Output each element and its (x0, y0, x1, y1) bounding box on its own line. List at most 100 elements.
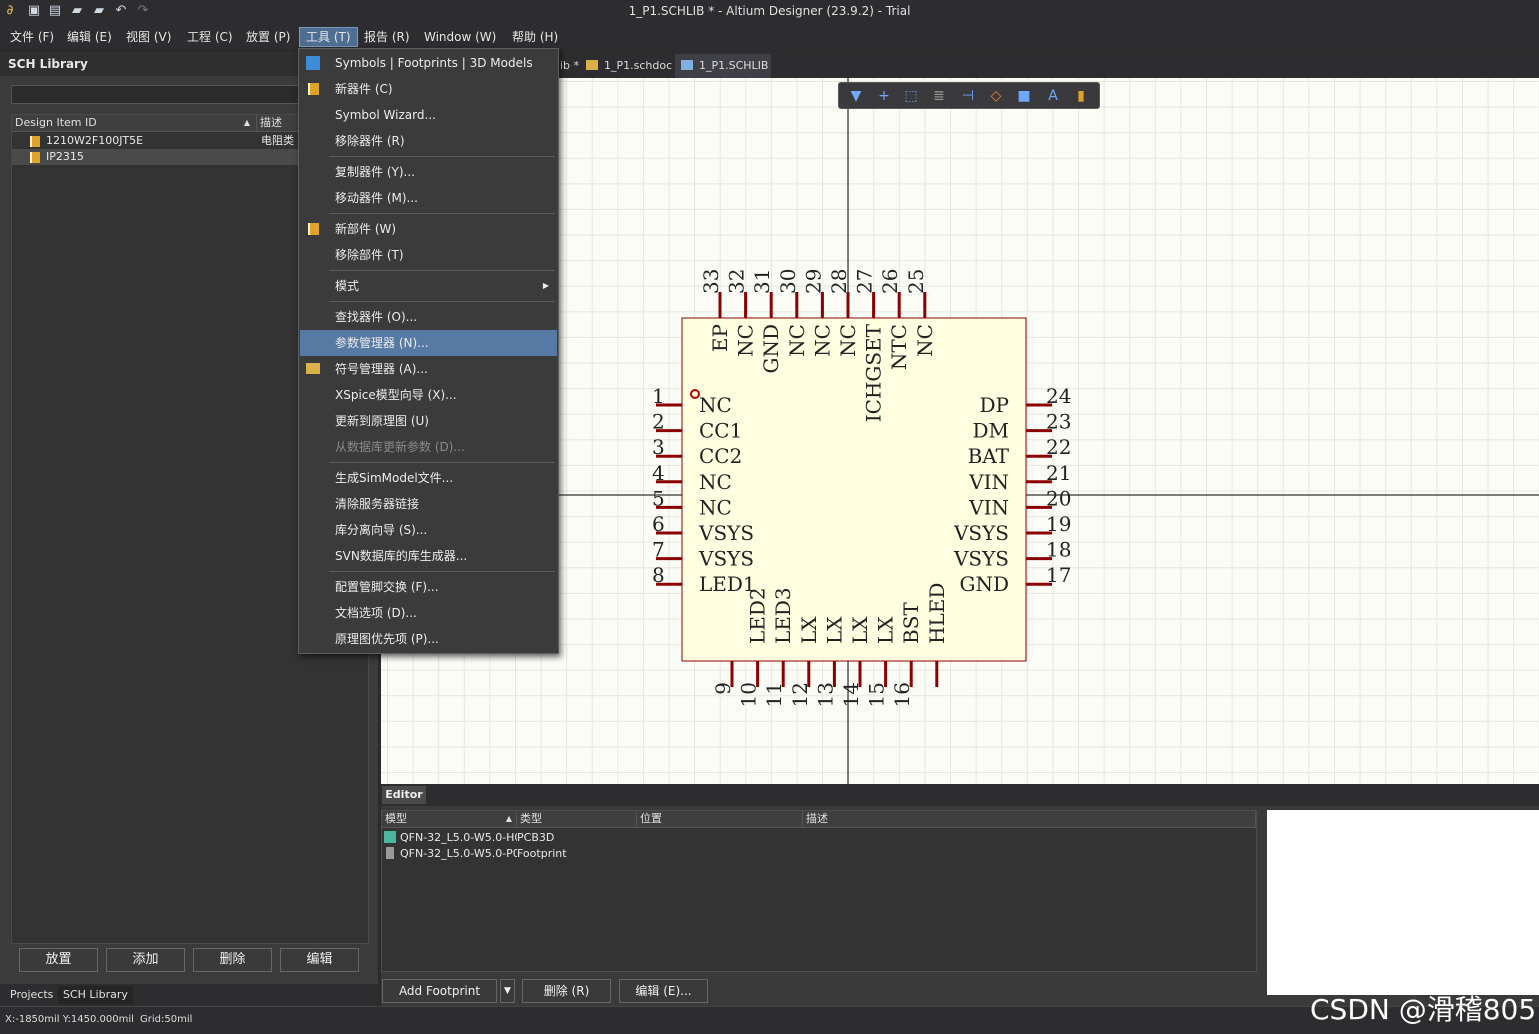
place-drawing-icon[interactable]: ◇ (987, 87, 1005, 105)
title-bar: ∂ ▣ ▤ ▰ ▰ ↶ ↷ 1_P1.SCHLIB * - Altium Des… (0, 0, 1539, 24)
pin-name: DM (972, 419, 1009, 443)
align-icon[interactable]: ≣ (930, 87, 948, 105)
tools-menu-item-9[interactable]: 查找器件 (O)... (300, 304, 557, 330)
column-header-model[interactable]: 模型 ▲ (382, 811, 517, 828)
tools-menu-item-17[interactable]: 库分离向导 (S)... (300, 517, 557, 543)
column-header-location[interactable]: 位置 (637, 811, 803, 828)
pin-name: GND (959, 572, 1009, 596)
tools-menu-item-1[interactable]: 新器件 (C) (300, 76, 557, 102)
tools-menu-item-12[interactable]: XSpice模型向导 (X)... (300, 382, 557, 408)
delete-model-button[interactable]: 删除 (R) (522, 979, 611, 1003)
tools-menu-item-2[interactable]: Symbol Wizard... (300, 102, 557, 128)
add-model-dropdown[interactable]: ▼ (500, 979, 515, 1003)
pin-number: 29 (801, 269, 825, 294)
menu-7[interactable]: Window (W) (418, 27, 502, 47)
place-text-icon[interactable]: A (1044, 87, 1062, 105)
tools-menu-item-4[interactable]: 复制器件 (Y)... (300, 159, 557, 185)
tools-menu-item-5[interactable]: 移动器件 (M)... (300, 185, 557, 211)
tab-doc-partial[interactable]: ib * (558, 54, 580, 78)
pin-number: 26 (878, 269, 902, 294)
select-rect-icon[interactable]: ⬚ (902, 87, 920, 105)
watermark: CSDN @滑稽805 (1310, 993, 1537, 1026)
pin-name: ICHGSET (862, 323, 886, 422)
pin-number: 12 (788, 682, 812, 707)
menu-2[interactable]: 视图 (V) (120, 27, 177, 47)
menu-1[interactable]: 编辑 (E) (61, 27, 118, 47)
pin-name: NC (836, 324, 860, 357)
library-button-3[interactable]: 编辑 (280, 948, 359, 972)
move-icon[interactable]: + (875, 87, 893, 105)
pin-name: NC (699, 470, 732, 494)
pin-number: 25 (904, 269, 928, 294)
pin-number: 21 (1046, 461, 1071, 485)
tools-menu-item-6[interactable]: 新部件 (W) (300, 216, 557, 242)
pin-number: 9 (711, 682, 735, 695)
tools-menu-item-19[interactable]: 配置管脚交换 (F)... (300, 574, 557, 600)
tab-projects[interactable]: Projects (5, 986, 58, 1004)
pin-number: 11 (762, 682, 786, 707)
pin-name: EP (708, 324, 732, 352)
tools-menu-item-16[interactable]: 清除服务器链接 (300, 491, 557, 517)
pin-number: 8 (652, 563, 665, 587)
component-icon (308, 83, 319, 95)
pin-number: 19 (1046, 512, 1071, 536)
column-header-description[interactable]: 描述 (803, 811, 1256, 828)
library-search-input[interactable] (11, 85, 301, 104)
tools-menu-item-18[interactable]: SVN数据库的库生成器... (300, 543, 557, 569)
pin-number: 15 (865, 682, 889, 707)
menu-4[interactable]: 放置 (P) (240, 27, 296, 47)
tab-doc-schdoc[interactable]: 1_P1.schdoc (580, 54, 674, 78)
place-pin-icon[interactable]: ⊣ (959, 87, 977, 105)
component-icon (308, 223, 319, 235)
edit-model-button[interactable]: 编辑 (E)... (619, 979, 708, 1003)
model-row[interactable]: QFN-32_L5.0-W5.0-P0.5Footprint (384, 846, 567, 862)
tools-menu: Symbols | Footprints | 3D Models 新器件 (C) S… (298, 48, 559, 654)
menu-separator (329, 213, 555, 214)
menu-3[interactable]: 工程 (C) (181, 27, 239, 47)
add-part-icon[interactable]: ▮ (1072, 87, 1090, 105)
tools-menu-item-21[interactable]: 原理图优先项 (P)... (300, 626, 557, 652)
pin-number: 27 (853, 269, 877, 294)
menu-0[interactable]: 文件 (F) (4, 27, 60, 47)
component-id: IP2315 (46, 150, 84, 163)
pin-name: VSYS (953, 521, 1009, 545)
model-row[interactable]: QFN-32_L5.0-W5.0-H0.9PCB3D (384, 830, 554, 846)
pin-name: LX (848, 616, 872, 644)
tools-menu-item-15[interactable]: 生成SimModel文件... (300, 465, 557, 491)
menu-6[interactable]: 报告 (R) (358, 27, 416, 47)
pin-number: 1 (652, 384, 665, 408)
tools-menu-item-7[interactable]: 移除部件 (T) (300, 242, 557, 268)
library-button-2[interactable]: 删除 (193, 948, 272, 972)
column-header-type[interactable]: 类型 (517, 811, 637, 828)
tools-menu-item-8[interactable]: 模式 ▶ (300, 273, 557, 299)
pin-name: DP (980, 393, 1010, 417)
column-header-design-item-id[interactable]: Design Item ID ▲ (12, 115, 257, 132)
document-tabs: ib * 1_P1.schdoc 1_P1.SCHLIB * (558, 52, 1539, 96)
place-rectangle-icon[interactable]: ■ (1015, 87, 1033, 105)
tools-menu-item-10[interactable]: 参数管理器 (N)... (300, 330, 557, 356)
menu-8[interactable]: 帮助 (H) (506, 27, 564, 47)
library-button-1[interactable]: 添加 (106, 948, 185, 972)
pin-number: 30 (776, 269, 800, 294)
tools-menu-item-0[interactable]: Symbols | Footprints | 3D Models (300, 50, 557, 76)
pin-name: CC1 (699, 419, 742, 443)
active-bar-toolbar: ▼ + ⬚ ≣ ⊣ ◇ ■ A ▮ (838, 82, 1100, 109)
menu-5[interactable]: 工具 (T) (299, 27, 358, 47)
tools-menu-item-11[interactable]: 符号管理器 (A)... (300, 356, 557, 382)
tab-sch-library[interactable]: SCH Library (58, 986, 133, 1004)
tab-editor[interactable]: Editor (382, 786, 426, 804)
tools-menu-item-3[interactable]: 移除器件 (R) (300, 128, 557, 154)
model-list[interactable]: 模型 ▲ 类型 位置 描述 QFN-32_L5.0-W5.0-H0.9PCB3D… (381, 810, 1257, 972)
pin-name: LX (797, 616, 821, 644)
pin-number: 6 (652, 512, 665, 536)
pin-number: 13 (813, 682, 837, 707)
tools-menu-item-20[interactable]: 文档选项 (D)... (300, 600, 557, 626)
filter-icon[interactable]: ▼ (847, 87, 865, 105)
pin-number: 3 (652, 435, 665, 459)
library-button-0[interactable]: 放置 (19, 948, 98, 972)
add-footprint-button[interactable]: Add Footprint (382, 979, 497, 1003)
pin-number: 32 (725, 269, 749, 294)
tools-menu-item-13[interactable]: 更新到原理图 (U) (300, 408, 557, 434)
tab-doc-schlib[interactable]: 1_P1.SCHLIB * (675, 54, 771, 96)
menu-separator (329, 156, 555, 157)
